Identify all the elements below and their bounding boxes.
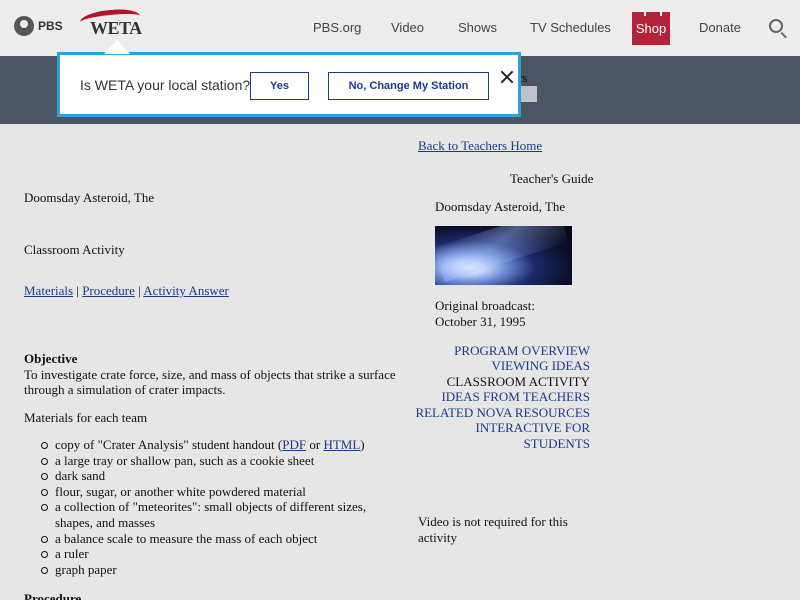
nav-link-pbs-org[interactable]: PBS.org [313,20,361,35]
nav-link-video[interactable]: Video [391,20,424,35]
menu-ideas-from-teachers[interactable]: IDEAS FROM TEACHERS [441,389,590,405]
list-item: dark sand [39,468,399,484]
list-item-text: ) [360,437,365,452]
list-item: flour, sugar, or another white powdered … [39,484,399,500]
html-link[interactable]: HTML [323,437,360,452]
list-item-text: copy of "Crater Analysis" student handou… [55,437,283,452]
teachers-guide-label: Teacher's Guide [510,171,594,186]
objective-line-1: To investigate crate force, size, and ma… [24,367,396,382]
pbs-head-icon [14,16,34,36]
change-station-button[interactable]: No, Change My Station [328,72,489,100]
video-note-line-1: Video is not required for this [418,514,568,529]
page-title: Doomsday Asteroid, The [24,190,155,205]
nav-link-donate[interactable]: Donate [699,20,741,35]
list-item-text: or [306,437,324,452]
list-item: a ruler [39,546,399,562]
section-links: Materials | Procedure | Activity Answer [24,283,229,298]
popup-question: Is WETA your local station? [80,77,251,93]
materials-list: copy of "Crater Analysis" student handou… [39,437,399,577]
pbs-logo[interactable]: PBS [14,16,63,36]
weta-logo[interactable]: WETA [79,6,142,42]
shop-button[interactable]: Shop [632,12,670,45]
weta-logo-text: WETA [90,18,142,38]
procedure-heading: Procedure [24,591,82,600]
shop-label: Shop [635,21,667,36]
page-subtitle: Classroom Activity [24,242,125,257]
pdf-link[interactable]: PDF [282,437,306,452]
pbs-logo-text: PBS [38,19,63,33]
activity-answer-link[interactable]: Activity Answer [143,283,229,298]
broadcast-label: Original broadcast: [435,298,535,313]
station-popup: Is WETA your local station? Yes No, Chan… [57,52,521,117]
objective-heading: Objective [24,351,78,366]
menu-related-nova[interactable]: RELATED NOVA RESOURCES [415,405,590,421]
broadcast-date: October 31, 1995 [435,314,526,329]
list-item: a large tray or shallow pan, such as a c… [39,453,399,469]
video-note-line-2: activity [418,530,457,545]
materials-heading: Materials for each team [24,410,148,425]
comet-image [435,226,572,285]
list-item: a balance scale to measure the mass of e… [39,531,399,547]
list-item: graph paper [39,562,399,578]
nav-link-shows[interactable]: Shows [458,20,497,35]
list-item: a collection of "meteorites": small obje… [39,499,399,530]
back-to-teachers-link[interactable]: Back to Teachers Home [418,138,542,154]
search-icon[interactable] [769,19,783,33]
procedure-link[interactable]: Procedure [82,283,135,298]
band-input-box[interactable] [520,86,537,102]
popup-pointer [104,40,130,54]
materials-link[interactable]: Materials [24,283,73,298]
menu-interactive-line-1[interactable]: INTERACTIVE FOR [476,420,590,436]
menu-program-overview[interactable]: PROGRAM OVERVIEW [454,343,590,359]
yes-button[interactable]: Yes [250,72,309,100]
nav-link-tv-schedules[interactable]: TV Schedules [530,20,611,35]
menu-viewing-ideas[interactable]: VIEWING IDEAS [491,358,590,374]
close-icon[interactable] [500,70,514,84]
objective-line-2: through a simulation of crater impacts. [24,382,226,397]
list-item: copy of "Crater Analysis" student handou… [39,437,399,453]
menu-classroom-activity: CLASSROOM ACTIVITY [446,374,590,389]
menu-interactive-line-2[interactable]: STUDENTS [524,436,590,452]
program-title: Doomsday Asteroid, The [435,199,566,214]
